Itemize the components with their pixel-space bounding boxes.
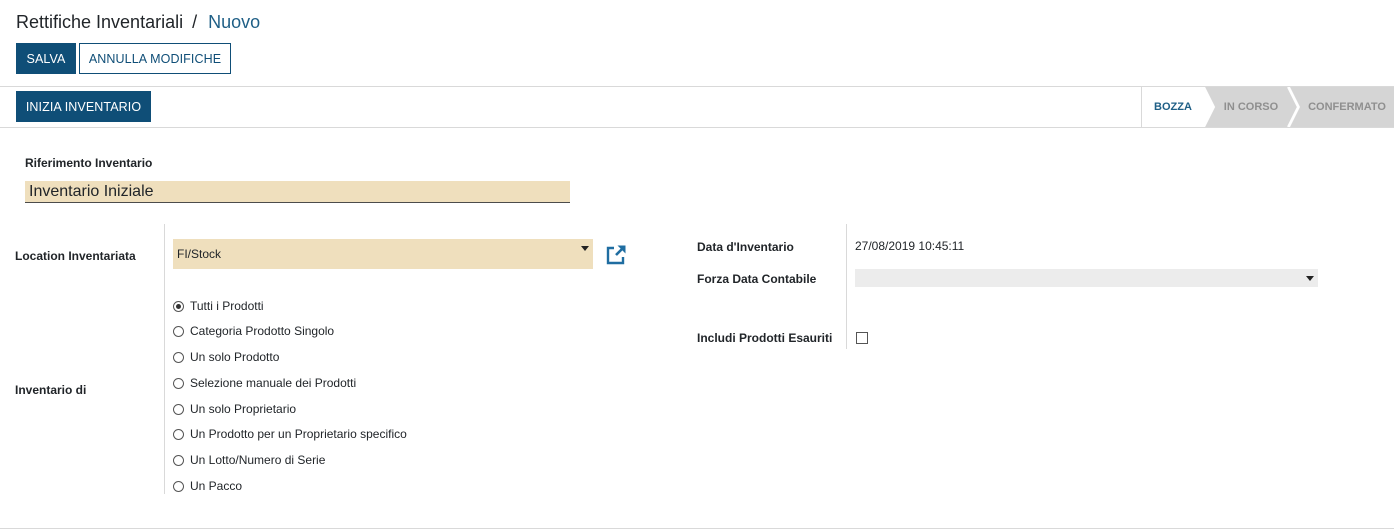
accounting-date-select[interactable] [855, 269, 1318, 287]
reference-input[interactable] [25, 181, 570, 203]
save-button[interactable]: SALVA [16, 43, 76, 74]
radio-button[interactable] [173, 454, 184, 466]
radio-button-checked[interactable] [173, 300, 184, 312]
stage-in-progress[interactable]: IN CORSO [1214, 87, 1288, 127]
breadcrumb-separator: / [192, 12, 198, 32]
radio-label: Un Prodotto per un Proprietario specific… [190, 427, 407, 441]
reference-label: Riferimento Inventario [25, 156, 153, 170]
radio-button[interactable] [173, 325, 184, 337]
discard-button[interactable]: ANNULLA MODIFICHE [79, 43, 231, 74]
header-divider [0, 127, 1394, 128]
radio-label: Un Lotto/Numero di Serie [190, 453, 326, 467]
stage-draft: BOZZA [1142, 87, 1204, 127]
radio-label: Categoria Prodotto Singolo [190, 324, 335, 338]
radio-option[interactable]: Categoria Prodotto Singolo [173, 323, 334, 339]
radio-label: Tutti i Prodotti [190, 299, 264, 313]
stage-confirmed[interactable]: CONFERMATO [1300, 87, 1394, 127]
status-bar: BOZZA IN CORSO CONFERMATO [1141, 87, 1394, 127]
sheet-bottom-border [0, 528, 1394, 529]
location-label: Location Inventariata [15, 249, 136, 263]
radio-label: Selezione manuale dei Prodotti [190, 376, 357, 390]
radio-button[interactable] [173, 480, 184, 492]
caret-down-icon [581, 246, 589, 251]
right-group-separator [846, 224, 847, 349]
date-label: Data d'Inventario [697, 240, 794, 254]
radio-button[interactable] [173, 428, 184, 440]
radio-label: Un solo Proprietario [190, 402, 297, 416]
radio-label: Un solo Prodotto [190, 350, 280, 364]
radio-option[interactable]: Un solo Prodotto [173, 349, 279, 365]
inventory-of-label: Inventario di [15, 383, 87, 397]
radio-option[interactable]: Un Pacco [173, 478, 242, 494]
left-group-separator [164, 224, 165, 494]
radio-option[interactable]: Un solo Proprietario [173, 401, 296, 417]
radio-button[interactable] [173, 403, 184, 415]
radio-option[interactable]: Un Prodotto per un Proprietario specific… [173, 426, 407, 442]
radio-option[interactable]: Tutti i Prodotti [173, 298, 264, 314]
location-select[interactable]: FI/Stock [173, 239, 593, 269]
radio-button[interactable] [173, 351, 184, 363]
radio-button[interactable] [173, 377, 184, 389]
accounting-date-label: Forza Data Contabile [697, 272, 817, 286]
breadcrumb-current: Nuovo [208, 12, 261, 32]
location-value: FI/Stock [177, 247, 222, 261]
radio-label: Un Pacco [190, 479, 243, 493]
breadcrumb: Rettifiche Inventariali / Nuovo [16, 12, 260, 33]
date-value: 27/08/2019 10:45:11 [855, 239, 965, 253]
caret-down-icon [1306, 276, 1314, 281]
include-exhausted-checkbox[interactable] [856, 332, 868, 344]
radio-option[interactable]: Un Lotto/Numero di Serie [173, 452, 325, 468]
radio-option[interactable]: Selezione manuale dei Prodotti [173, 375, 356, 391]
external-link-icon[interactable] [605, 244, 627, 266]
start-inventory-button[interactable]: INIZIA INVENTARIO [16, 91, 151, 122]
include-exhausted-label: Includi Prodotti Esauriti [697, 331, 833, 345]
breadcrumb-parent[interactable]: Rettifiche Inventariali [16, 12, 183, 32]
